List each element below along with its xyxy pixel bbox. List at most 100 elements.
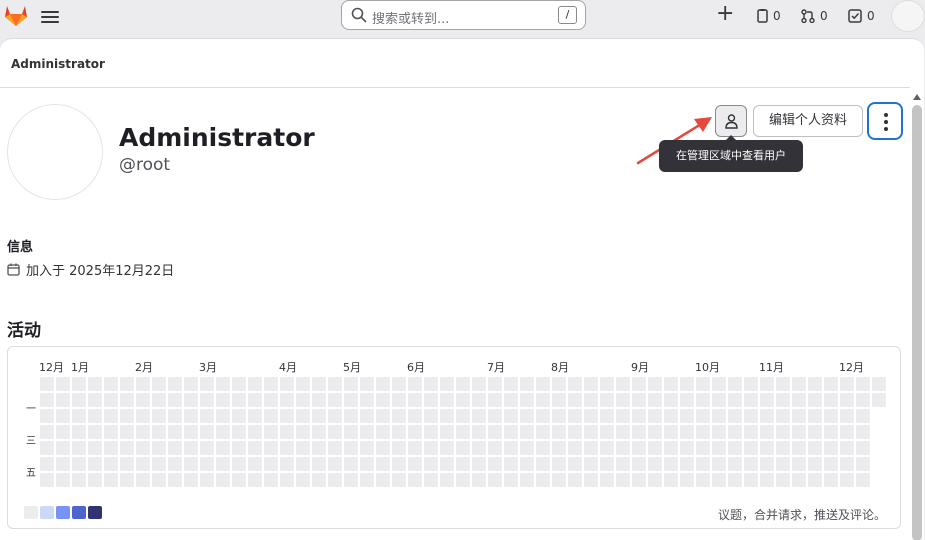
calendar-day-cell[interactable]: [824, 457, 838, 471]
calendar-day-cell[interactable]: [568, 409, 582, 423]
calendar-day-cell[interactable]: [232, 377, 246, 391]
calendar-day-cell[interactable]: [168, 473, 182, 487]
calendar-day-cell[interactable]: [136, 409, 150, 423]
calendar-day-cell[interactable]: [568, 393, 582, 407]
calendar-day-cell[interactable]: [744, 441, 758, 455]
calendar-day-cell[interactable]: [680, 409, 694, 423]
calendar-day-cell[interactable]: [120, 377, 134, 391]
calendar-day-cell[interactable]: [248, 457, 262, 471]
more-actions-button[interactable]: [867, 102, 903, 140]
calendar-day-cell[interactable]: [312, 457, 326, 471]
calendar-day-cell[interactable]: [56, 425, 70, 439]
calendar-day-cell[interactable]: [376, 457, 390, 471]
calendar-day-cell[interactable]: [88, 473, 102, 487]
calendar-day-cell[interactable]: [296, 377, 310, 391]
calendar-day-cell[interactable]: [840, 441, 854, 455]
calendar-day-cell[interactable]: [360, 409, 374, 423]
calendar-day-cell[interactable]: [440, 409, 454, 423]
calendar-day-cell[interactable]: [56, 457, 70, 471]
calendar-day-cell[interactable]: [136, 393, 150, 407]
calendar-day-cell[interactable]: [520, 473, 534, 487]
calendar-day-cell[interactable]: [696, 409, 710, 423]
calendar-day-cell[interactable]: [72, 377, 86, 391]
calendar-day-cell[interactable]: [504, 473, 518, 487]
calendar-day-cell[interactable]: [632, 473, 646, 487]
calendar-day-cell[interactable]: [728, 409, 742, 423]
calendar-day-cell[interactable]: [344, 473, 358, 487]
calendar-day-cell[interactable]: [744, 393, 758, 407]
calendar-day-cell[interactable]: [136, 425, 150, 439]
calendar-day-cell[interactable]: [664, 457, 678, 471]
calendar-day-cell[interactable]: [792, 425, 806, 439]
calendar-day-cell[interactable]: [40, 377, 54, 391]
calendar-day-cell[interactable]: [424, 425, 438, 439]
calendar-day-cell[interactable]: [40, 409, 54, 423]
calendar-day-cell[interactable]: [296, 409, 310, 423]
calendar-day-cell[interactable]: [232, 473, 246, 487]
calendar-day-cell[interactable]: [152, 473, 166, 487]
calendar-day-cell[interactable]: [824, 377, 838, 391]
calendar-day-cell[interactable]: [760, 425, 774, 439]
calendar-day-cell[interactable]: [200, 393, 214, 407]
calendar-day-cell[interactable]: [472, 409, 486, 423]
calendar-day-cell[interactable]: [440, 425, 454, 439]
calendar-day-cell[interactable]: [776, 393, 790, 407]
calendar-day-cell[interactable]: [664, 377, 678, 391]
calendar-day-cell[interactable]: [376, 393, 390, 407]
calendar-day-cell[interactable]: [264, 393, 278, 407]
calendar-day-cell[interactable]: [472, 441, 486, 455]
calendar-day-cell[interactable]: [872, 377, 886, 391]
calendar-day-cell[interactable]: [216, 409, 230, 423]
calendar-day-cell[interactable]: [744, 377, 758, 391]
calendar-day-cell[interactable]: [72, 425, 86, 439]
calendar-day-cell[interactable]: [456, 425, 470, 439]
calendar-day-cell[interactable]: [360, 457, 374, 471]
calendar-day-cell[interactable]: [40, 393, 54, 407]
calendar-day-cell[interactable]: [440, 377, 454, 391]
calendar-day-cell[interactable]: [488, 425, 502, 439]
calendar-day-cell[interactable]: [760, 377, 774, 391]
scrollbar-thumb[interactable]: [912, 105, 922, 540]
calendar-day-cell[interactable]: [728, 473, 742, 487]
calendar-day-cell[interactable]: [168, 409, 182, 423]
calendar-day-cell[interactable]: [648, 409, 662, 423]
calendar-day-cell[interactable]: [584, 409, 598, 423]
calendar-day-cell[interactable]: [408, 377, 422, 391]
calendar-day-cell[interactable]: [552, 457, 566, 471]
calendar-day-cell[interactable]: [280, 457, 294, 471]
calendar-day-cell[interactable]: [344, 409, 358, 423]
calendar-day-cell[interactable]: [168, 425, 182, 439]
calendar-day-cell[interactable]: [248, 377, 262, 391]
calendar-day-cell[interactable]: [840, 425, 854, 439]
calendar-day-cell[interactable]: [472, 425, 486, 439]
calendar-day-cell[interactable]: [376, 409, 390, 423]
calendar-day-cell[interactable]: [184, 473, 198, 487]
calendar-day-cell[interactable]: [440, 393, 454, 407]
calendar-day-cell[interactable]: [408, 473, 422, 487]
calendar-day-cell[interactable]: [872, 393, 886, 407]
calendar-day-cell[interactable]: [456, 377, 470, 391]
calendar-day-cell[interactable]: [808, 441, 822, 455]
calendar-day-cell[interactable]: [696, 457, 710, 471]
calendar-day-cell[interactable]: [152, 393, 166, 407]
calendar-day-cell[interactable]: [744, 473, 758, 487]
calendar-day-cell[interactable]: [680, 441, 694, 455]
calendar-day-cell[interactable]: [808, 393, 822, 407]
calendar-day-cell[interactable]: [664, 473, 678, 487]
calendar-day-cell[interactable]: [680, 393, 694, 407]
calendar-day-cell[interactable]: [56, 409, 70, 423]
calendar-day-cell[interactable]: [216, 393, 230, 407]
calendar-day-cell[interactable]: [760, 409, 774, 423]
calendar-day-cell[interactable]: [296, 457, 310, 471]
calendar-day-cell[interactable]: [296, 473, 310, 487]
calendar-day-cell[interactable]: [376, 473, 390, 487]
calendar-day-cell[interactable]: [808, 409, 822, 423]
calendar-day-cell[interactable]: [648, 441, 662, 455]
calendar-day-cell[interactable]: [664, 441, 678, 455]
calendar-day-cell[interactable]: [392, 457, 406, 471]
calendar-day-cell[interactable]: [856, 441, 870, 455]
calendar-day-cell[interactable]: [504, 441, 518, 455]
calendar-day-cell[interactable]: [792, 393, 806, 407]
calendar-day-cell[interactable]: [760, 441, 774, 455]
calendar-day-cell[interactable]: [296, 441, 310, 455]
